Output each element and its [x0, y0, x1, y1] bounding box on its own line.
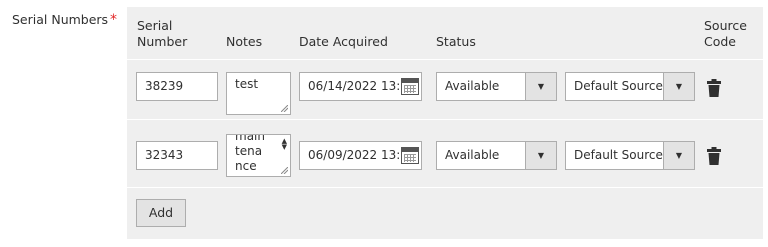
notes-text: main tena nce: [235, 134, 265, 173]
serial-number-input[interactable]: 32343: [136, 141, 218, 170]
column-header-source-line1: Source: [704, 18, 747, 33]
resize-handle-icon[interactable]: [281, 167, 288, 174]
notes-text: test: [235, 77, 259, 91]
column-header-serial-line2: Number: [137, 34, 188, 49]
status-select[interactable]: Available ▼: [436, 141, 557, 170]
source-code-select[interactable]: Default Source ▼: [565, 72, 695, 101]
spinner-icon[interactable]: ▲ ▼: [282, 138, 287, 151]
date-acquired-input[interactable]: 06/09/2022 13:5: [299, 141, 422, 170]
row-separator: [127, 119, 763, 120]
field-label: Serial Numbers: [12, 12, 109, 27]
column-header-serial-number: Serial Number: [137, 18, 187, 50]
column-header-source-line2: Code: [704, 34, 737, 49]
source-code-value: Default Source: [574, 79, 663, 93]
column-header-notes: Notes: [226, 34, 263, 49]
chevron-down-icon[interactable]: ▼: [525, 73, 556, 100]
source-code-select[interactable]: Default Source ▼: [565, 141, 695, 170]
required-marker: *: [110, 12, 117, 28]
chevron-down-icon[interactable]: ▼: [663, 142, 694, 169]
serial-number-input[interactable]: 38239: [136, 72, 218, 101]
column-header-status: Status: [436, 34, 476, 49]
row-separator: [127, 59, 763, 60]
resize-handle-icon[interactable]: [281, 105, 288, 112]
chevron-down-icon[interactable]: ▼: [525, 142, 556, 169]
status-value: Available: [445, 148, 500, 162]
calendar-icon[interactable]: [401, 147, 419, 164]
date-acquired-input[interactable]: 06/14/2022 13:5: [299, 72, 422, 101]
status-select[interactable]: Available ▼: [436, 72, 557, 101]
column-header-source-code: Source Code: [704, 18, 747, 50]
trash-icon[interactable]: [707, 79, 721, 97]
notes-textarea[interactable]: main tena nce ▲ ▼: [226, 134, 291, 177]
chevron-down-icon[interactable]: ▼: [663, 73, 694, 100]
notes-textarea[interactable]: test: [226, 72, 291, 115]
add-button[interactable]: Add: [136, 199, 186, 227]
column-header-date-acquired: Date Acquired: [299, 34, 388, 49]
row-separator: [127, 187, 763, 188]
calendar-icon[interactable]: [401, 78, 419, 95]
column-header-serial-line1: Serial: [137, 18, 173, 33]
source-code-value: Default Source: [574, 148, 663, 162]
trash-icon[interactable]: [707, 147, 721, 165]
date-acquired-value: 06/14/2022 13:5: [308, 79, 408, 93]
date-acquired-value: 06/09/2022 13:5: [308, 148, 408, 162]
status-value: Available: [445, 79, 500, 93]
